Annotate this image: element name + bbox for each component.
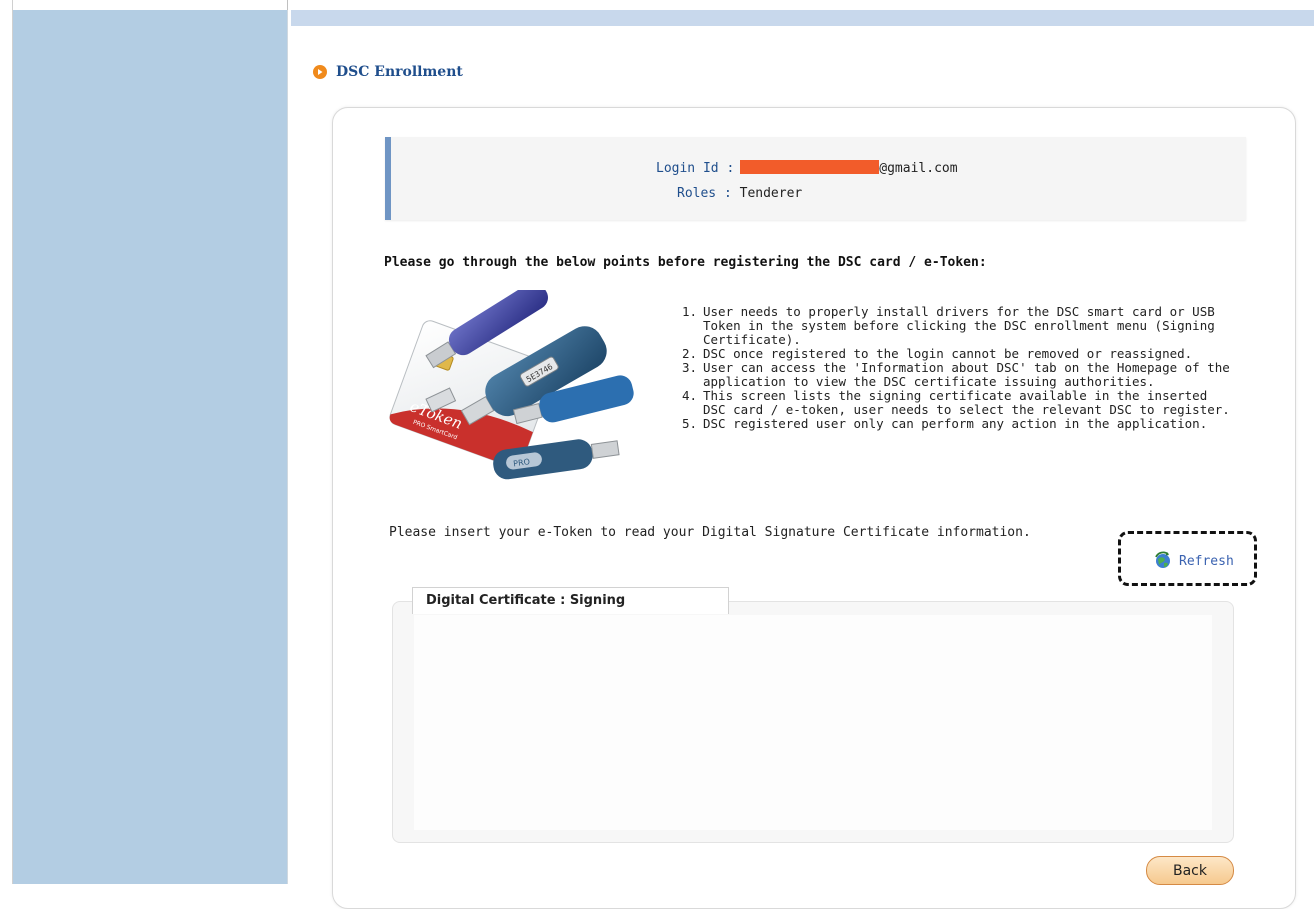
left-gutter — [0, 0, 13, 884]
instruction-point: 2. DSC once registered to the login canno… — [675, 347, 1235, 361]
refresh-label[interactable]: Refresh — [1179, 554, 1234, 569]
back-button[interactable]: Back — [1146, 856, 1234, 885]
instruction-point: 3. User can access the 'Information about… — [675, 361, 1235, 389]
instruction-point: 4. This screen lists the signing certific… — [675, 389, 1235, 417]
login-id-label: Login Id : — [656, 161, 735, 176]
instruction-point-text: User needs to properly install drivers f… — [703, 304, 1215, 347]
roles-value: Tenderer — [739, 186, 803, 201]
certificate-tab: Digital Certificate : Signing — [412, 587, 729, 614]
instructions-heading: Please go through the below points befor… — [384, 255, 987, 270]
orange-play-circle-icon — [313, 65, 327, 79]
roles-row: Roles : Tenderer — [677, 186, 802, 201]
instruction-point-text: This screen lists the signing certificat… — [703, 388, 1230, 417]
instruction-point: 5. DSC registered user only can perform a… — [675, 417, 1235, 431]
dsc-token-image: eToken PRO SmartCard 5E3746 PRO — [389, 290, 634, 480]
instruction-points: 1. User needs to properly install drivers… — [675, 305, 1235, 431]
sidebar — [13, 10, 287, 884]
sidebar-divider — [287, 10, 291, 884]
certificate-list — [414, 615, 1212, 830]
instruction-point-text: DSC once registered to the login cannot … — [703, 346, 1193, 361]
instruction-point-number: 2. — [681, 346, 697, 361]
instruction-point-text: User can access the 'Information about D… — [703, 360, 1230, 389]
roles-label: Roles : — [677, 186, 732, 201]
refresh-globe-icon — [1155, 551, 1170, 568]
instruction-point-number: 3. — [681, 360, 697, 375]
section-header: DSC Enrollment — [313, 64, 463, 80]
login-id-value: @gmail.com — [879, 161, 958, 176]
login-info-box: Login Id : @gmail.com Roles : Tenderer — [385, 137, 1246, 220]
page-title: DSC Enrollment — [336, 64, 463, 80]
instruction-point-number: 5. — [681, 416, 697, 431]
login-id-row: Login Id : @gmail.com — [656, 160, 958, 176]
insert-token-note: Please insert your e-Token to read your … — [389, 525, 1031, 540]
instruction-point-number: 1. — [681, 304, 697, 319]
instruction-point-number: 4. — [681, 388, 697, 403]
header-divider — [287, 0, 288, 10]
redacted-email-block — [740, 160, 880, 174]
instruction-point-text: DSC registered user only can perform any… — [703, 416, 1208, 431]
instruction-point: 1. User needs to properly install drivers… — [675, 305, 1235, 347]
top-bar — [291, 10, 1314, 26]
refresh-link[interactable]: Refresh — [1153, 551, 1234, 571]
